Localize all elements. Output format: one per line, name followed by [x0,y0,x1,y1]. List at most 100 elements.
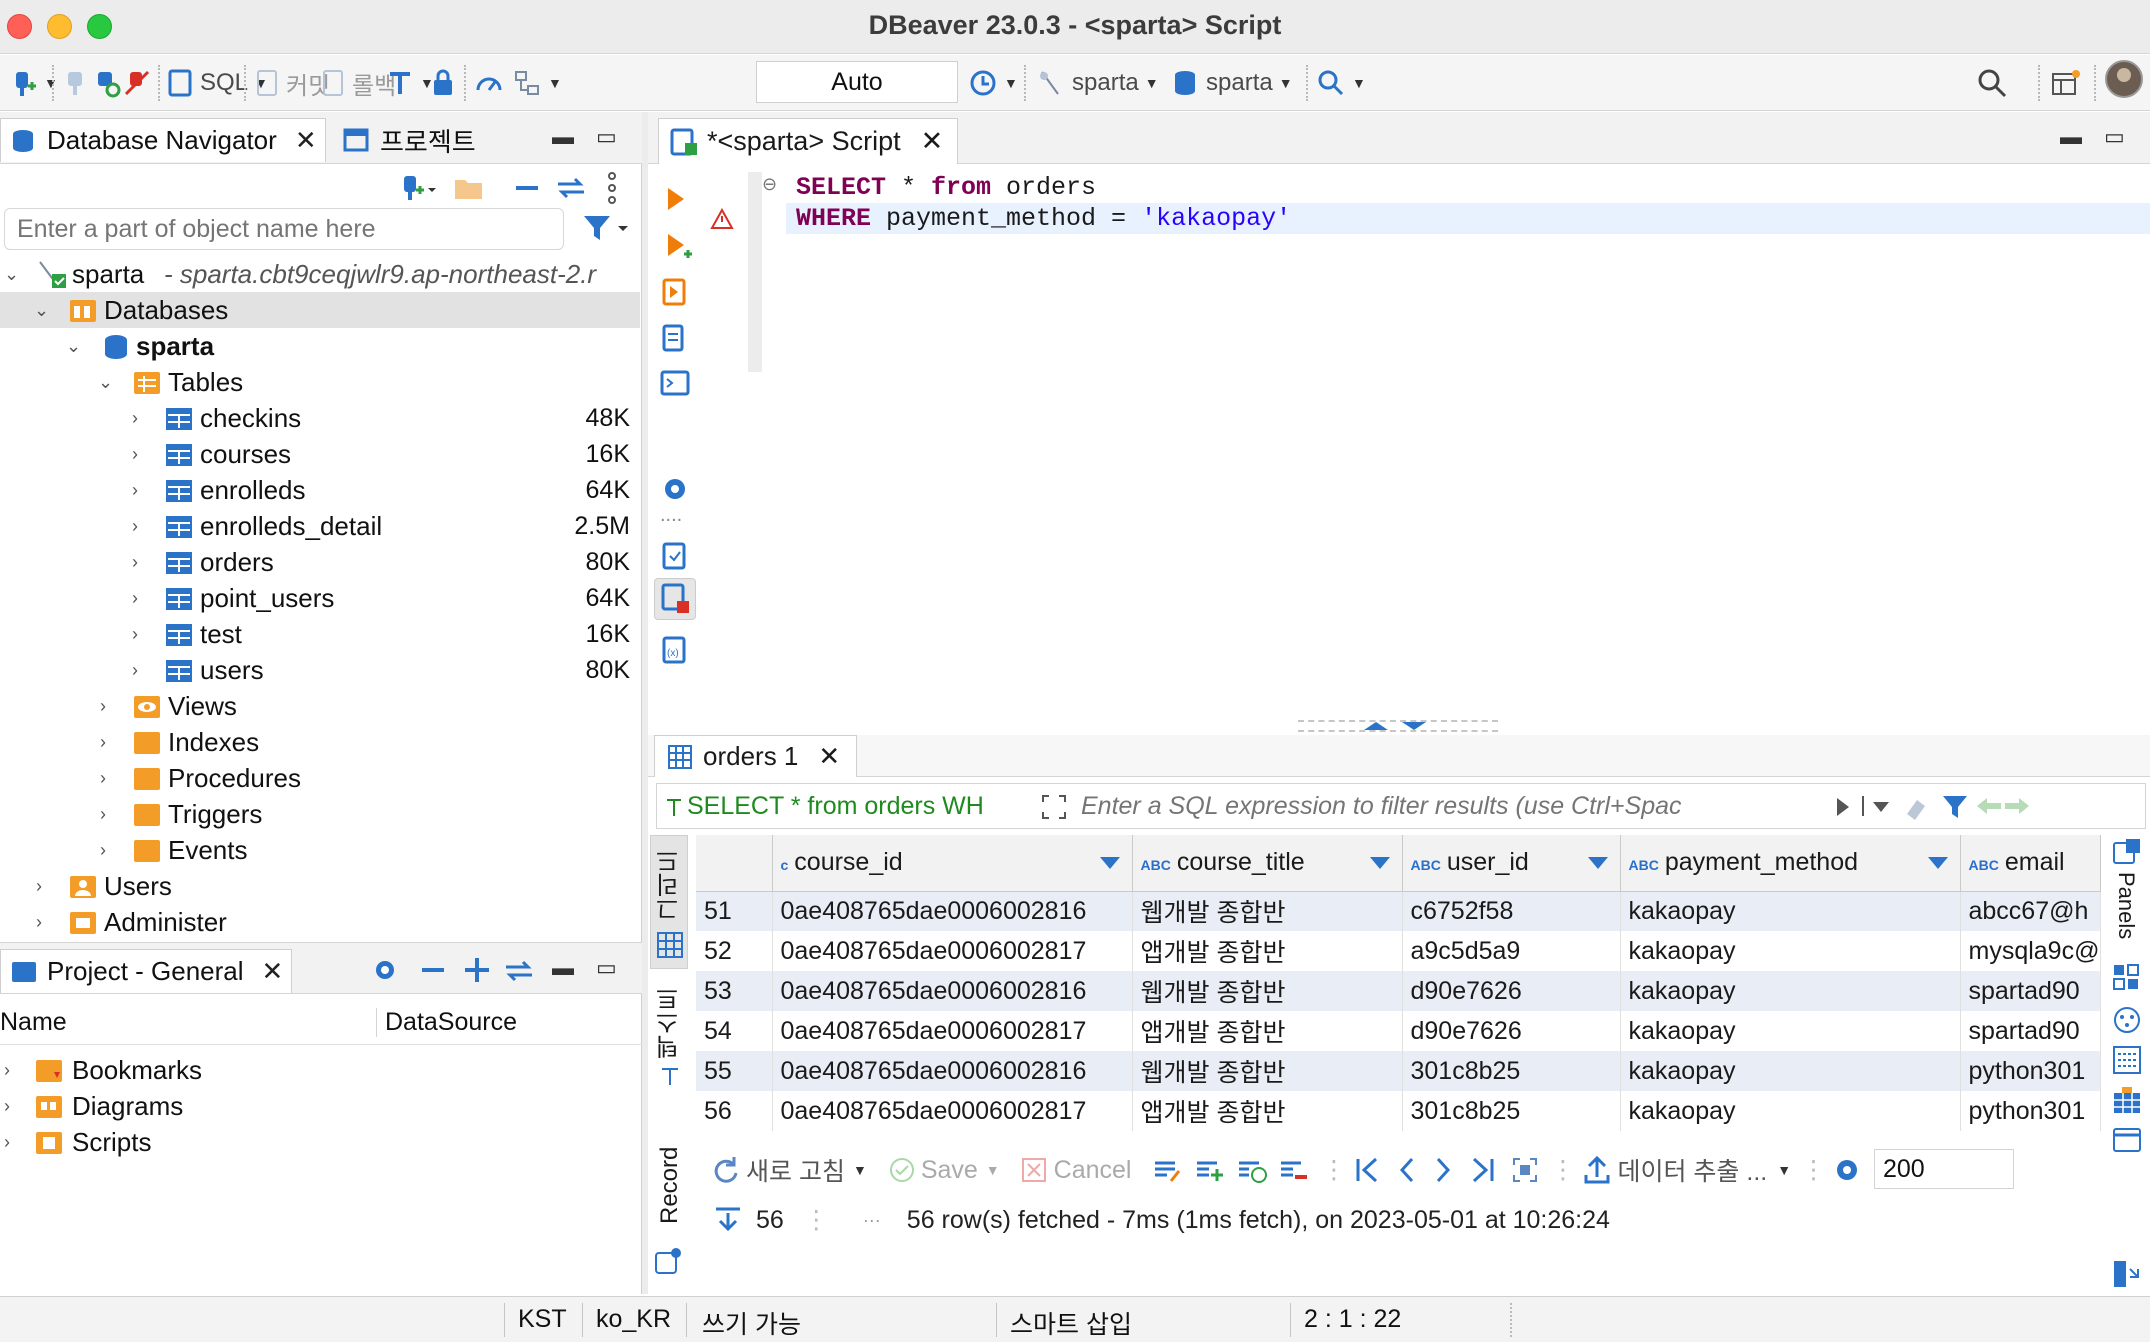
column-header-course-id[interactable]: c course_id [772,835,1133,892]
transaction-mode-button[interactable]: ▼ [386,65,434,101]
chevron-right-icon[interactable]: › [100,696,106,717]
tab-project-general[interactable]: Project - General ✕ [0,949,293,993]
cell-course-title[interactable]: 웹개발 종합반 [1132,891,1403,931]
tab-grid[interactable]: 그리드 [652,845,688,925]
history-button[interactable]: ▼ [968,65,1018,101]
search-toolbar-button[interactable]: ▼ [1316,65,1366,101]
connect-button[interactable] [62,65,88,101]
cell-course-title[interactable]: 웹개발 종합반 [1132,971,1403,1011]
first-page-icon[interactable] [1354,1155,1382,1185]
expand-icon[interactable] [1039,792,1069,822]
close-icon[interactable]: ✕ [262,956,284,987]
table-row[interactable]: 53 0ae408765dae0006002816 웹개발 종합반 d90e76… [696,971,2101,1011]
cell-payment-method[interactable]: kakaopay [1620,1051,1961,1091]
user-avatar[interactable] [2104,60,2144,98]
tree-item-connection[interactable]: ⌄ sparta - sparta.cbt9ceqjwlr9.ap-northe… [0,256,640,292]
sql-editor-button[interactable]: SQL ▼ [166,65,268,101]
transaction-mode-selector[interactable]: Auto [756,61,958,103]
cancel-button[interactable]: Cancel [1020,1156,1131,1185]
sort-arrow-icon[interactable] [1369,857,1390,869]
table-row[interactable]: 54 0ae408765dae0006002817 앱개발 종합반 d90e76… [696,1011,2101,1051]
table-row-checkins[interactable]: › checkins 48K [0,400,640,436]
variables-icon[interactable]: (x) [660,634,690,666]
column-header-email[interactable]: ABC email [1960,835,2101,892]
cell-course-id[interactable]: 0ae408765dae0006002816 [772,971,1133,1011]
add-row-icon[interactable] [1195,1155,1227,1185]
row-count-icon[interactable] [712,1205,744,1235]
execute-script-icon[interactable] [660,276,690,310]
tab-projects[interactable]: 프로젝트 [334,118,484,162]
tree-item-triggers[interactable]: › Triggers [0,796,640,832]
tab-record[interactable]: Record [652,1135,688,1235]
delete-row-icon[interactable] [1279,1155,1311,1185]
cell-payment-method[interactable]: kakaopay [1620,1011,1961,1051]
tree-item-events[interactable]: › Events [0,832,640,868]
splitter-handle[interactable] [1298,720,1498,732]
previous-page-icon[interactable] [1396,1155,1418,1185]
table-row-enrolleds[interactable]: › enrolleds 64K [0,472,640,508]
calc-icon[interactable] [2112,1045,2142,1075]
refresh-button[interactable]: 새로 고침 ▼ [710,1152,867,1188]
chevron-right-icon[interactable]: › [100,840,106,861]
cell-user-id[interactable]: 301c8b25 [1402,1091,1621,1131]
cell-course-id[interactable]: 0ae408765dae0006002816 [772,1051,1133,1091]
eraser-icon[interactable] [1901,792,1931,822]
more-icon[interactable]: ··· [863,1210,881,1231]
export-data-button[interactable]: 데이터 추출 ... ▼ [1583,1152,1791,1188]
close-icon[interactable]: ✕ [921,126,944,157]
column-header-payment-method[interactable]: ABC payment_method [1620,835,1961,892]
tree-item-administer[interactable]: › Administer [0,904,640,940]
chevron-right-icon[interactable]: › [4,1096,10,1117]
cell-email[interactable]: python301 [1960,1051,2101,1091]
edit-cell-icon[interactable] [1153,1155,1185,1185]
sort-arrow-icon[interactable] [1587,857,1608,869]
link-with-editor-icon[interactable] [554,174,588,202]
table-row[interactable]: 55 0ae408765dae0006002816 웹개발 종합반 301c8b… [696,1051,2101,1091]
vertical-splitter[interactable] [642,112,648,1294]
table-row-orders[interactable]: › orders 80K [0,544,640,580]
close-icon[interactable]: ✕ [295,125,317,156]
chevron-right-icon[interactable]: › [100,804,106,825]
view-menu-icon[interactable] [604,170,620,206]
cell-course-id[interactable]: 0ae408765dae0006002817 [772,1091,1133,1131]
chevron-down-icon[interactable]: ⌄ [98,372,113,393]
dashboard-button[interactable] [474,65,504,101]
schema-compare-button[interactable]: ▼ [512,65,562,101]
filter-icon[interactable] [582,212,632,246]
next-page-icon[interactable] [1432,1155,1454,1185]
chevron-right-icon[interactable]: › [4,1132,10,1153]
tree-item-schema[interactable]: ⌄ sparta [0,328,640,364]
value-panel-icon[interactable] [2112,963,2142,993]
filter-icon[interactable] [1941,792,1971,822]
cell-course-title[interactable]: 앱개발 종합반 [1132,1011,1403,1051]
cell-course-id[interactable]: 0ae408765dae0006002816 [772,891,1133,931]
new-connection-icon[interactable] [396,172,436,204]
chevron-right-icon[interactable]: › [132,516,138,537]
close-icon[interactable]: ✕ [818,741,840,772]
chevron-right-icon[interactable]: › [36,912,42,933]
panels-icon[interactable] [2112,837,2142,867]
results-grid[interactable]: c course_id ABC course_title ABC user_id AB… [696,835,2106,1135]
project-item-diagrams[interactable]: › Diagrams [0,1088,640,1124]
tree-item-procedures[interactable]: › Procedures [0,760,640,796]
collapse-all-icon[interactable] [418,957,448,983]
chevron-right-icon[interactable]: › [132,660,138,681]
lock-button[interactable] [430,65,456,101]
gear-icon[interactable] [370,955,400,985]
chevron-right-icon[interactable]: › [132,588,138,609]
chevron-right-icon[interactable]: › [100,732,106,753]
tree-item-databases[interactable]: ⌄ Databases [0,292,640,328]
object-filter-input[interactable] [4,208,564,250]
table-row[interactable]: 52 0ae408765dae0006002817 앱개발 종합반 a9c5d5… [696,931,2101,971]
apply-filter-icon[interactable] [1835,796,1851,818]
table-row-courses[interactable]: › courses 16K [0,436,640,472]
cell-user-id[interactable]: c6752f58 [1402,891,1621,931]
column-header-user-id[interactable]: ABC user_id [1402,835,1621,892]
disconnect-button[interactable] [122,65,152,101]
execute-new-tab-icon[interactable] [664,230,694,264]
chevron-right-icon[interactable]: › [132,444,138,465]
filter-expression-input[interactable] [1081,788,1681,824]
table-row-users[interactable]: › users 80K [0,652,640,688]
cell-user-id[interactable]: d90e7626 [1402,1011,1621,1051]
commit-button[interactable]: 커밋 [254,65,330,101]
